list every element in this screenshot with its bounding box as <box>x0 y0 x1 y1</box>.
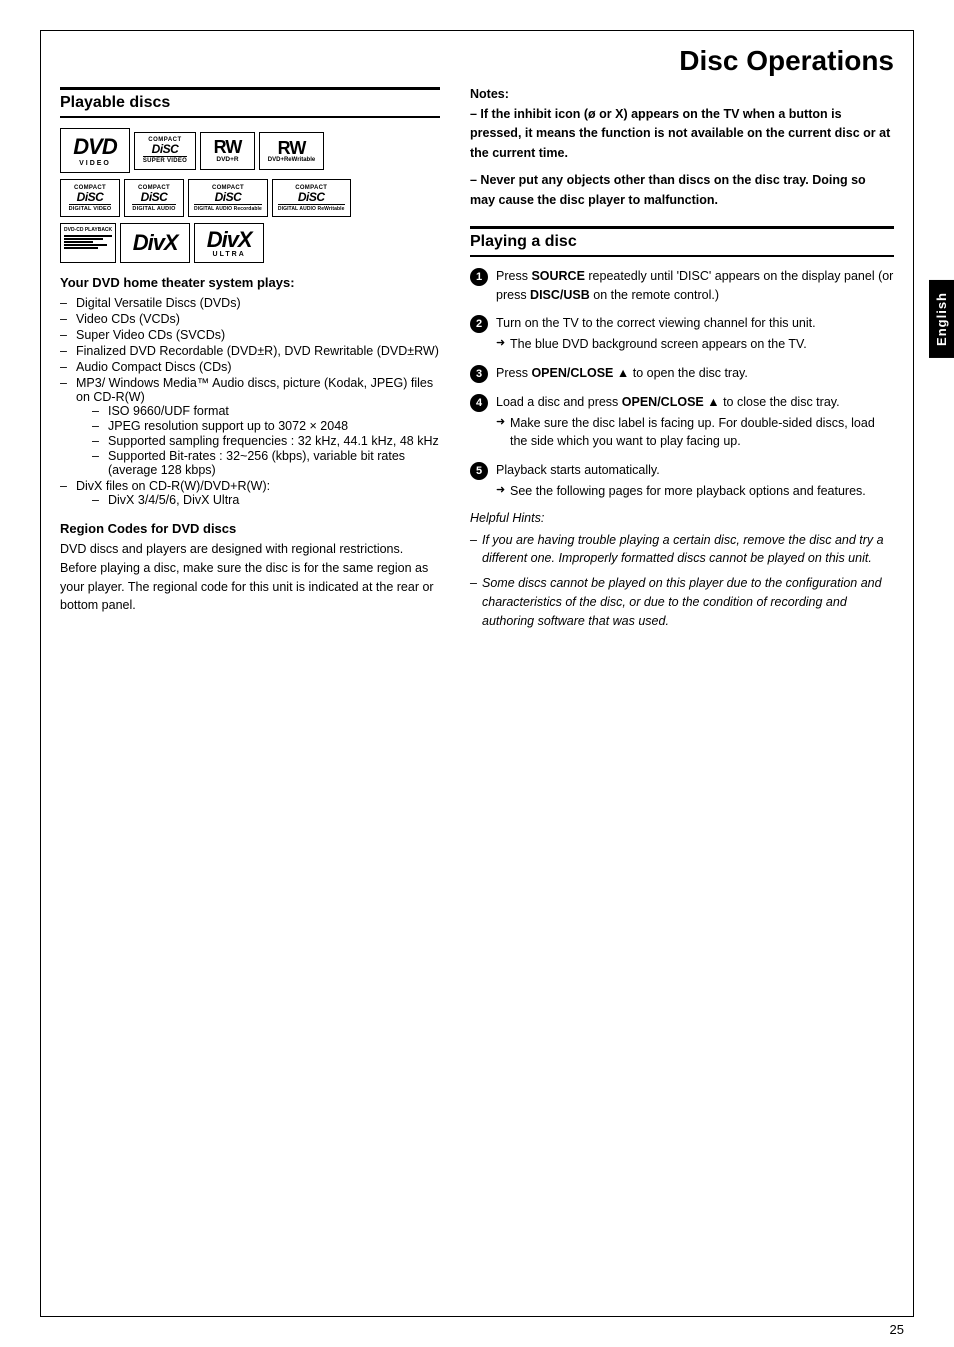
step-3: 3 Press OPEN/CLOSE ▲ to open the disc tr… <box>470 364 894 383</box>
dvd-plus-r-logo: RW DVD+R <box>200 132 255 170</box>
notes-label: Notes: <box>470 87 894 101</box>
hint-2: Some discs cannot be played on this play… <box>470 574 894 630</box>
step-2: 2 Turn on the TV to the correct viewing … <box>470 314 894 354</box>
dvd-logo: DVD VIDEO <box>60 128 130 173</box>
note-1: – If the inhibit icon (ø or X) appears o… <box>470 105 894 163</box>
plays-header: Your DVD home theater system plays: <box>60 275 440 290</box>
cd-sub-list: ISO 9660/UDF format JPEG resolution supp… <box>76 404 440 477</box>
list-item: DivX 3/4/5/6, DivX Ultra <box>92 493 440 507</box>
step-4-arrow: Make sure the disc label is facing up. F… <box>496 414 894 452</box>
notes-section: Notes: – If the inhibit icon (ø or X) ap… <box>470 87 894 210</box>
step-3-content: Press OPEN/CLOSE ▲ to open the disc tray… <box>496 364 894 383</box>
step-2-arrow: The blue DVD background screen appears o… <box>496 335 894 354</box>
page-border-bottom <box>40 1316 914 1317</box>
step-2-number: 2 <box>470 315 488 333</box>
left-column: Playable discs DVD VIDEO COMPACT DiSC SU… <box>60 87 440 636</box>
playing-disc-header: Playing a disc <box>470 226 894 257</box>
step-4-number: 4 <box>470 394 488 412</box>
page-border-left <box>40 30 41 1317</box>
list-item: ISO 9660/UDF format <box>92 404 440 418</box>
divx-ultra-logo: DivX ULTRA <box>194 223 264 263</box>
step-4: 4 Load a disc and press OPEN/CLOSE ▲ to … <box>470 393 894 451</box>
page-border-top <box>40 30 914 31</box>
helpful-hints-section: Helpful Hints: If you are having trouble… <box>470 511 894 631</box>
right-column: Notes: – If the inhibit icon (ø or X) ap… <box>470 87 894 636</box>
step-1: 1 Press SOURCE repeatedly until 'DISC' a… <box>470 267 894 305</box>
list-item: Video CDs (VCDs) <box>60 312 440 326</box>
list-item: JPEG resolution support up to 3072 × 204… <box>92 419 440 433</box>
step-2-content: Turn on the TV to the correct viewing ch… <box>496 314 894 354</box>
divx-logos-row: DVD-CD PLAYBACK DivX DivX U <box>60 223 440 263</box>
page-number: 25 <box>890 1322 904 1337</box>
cd-digital-video-logo: COMPACT DiSC DIGITAL VIDEO <box>60 179 120 217</box>
cd-digital-audio-logo: COMPACT DiSC DIGITAL AUDIO <box>124 179 184 217</box>
disc-logos-area: DVD VIDEO COMPACT DiSC SUPER VIDEO RW DV… <box>60 128 440 263</box>
list-item: Audio Compact Discs (CDs) <box>60 360 440 374</box>
helpful-hints-title: Helpful Hints: <box>470 511 894 525</box>
list-item: DivX files on CD-R(W)/DVD+R(W): DivX 3/4… <box>60 479 440 507</box>
step-5-arrow: See the following pages for more playbac… <box>496 482 894 501</box>
compact-super-video-logo: COMPACT DiSC SUPER VIDEO <box>134 132 196 170</box>
cd-digital-audio-recordable-logo: COMPACT DiSC DIGITAL AUDIO Recordable <box>188 179 268 217</box>
divx-sub-list: DivX 3/4/5/6, DivX Ultra <box>76 493 440 507</box>
english-tab: English <box>929 280 954 358</box>
list-item: MP3/ Windows Media™ Audio discs, picture… <box>60 376 440 477</box>
compact-disc-logos-row: COMPACT DiSC DIGITAL VIDEO COMPACT DiSC … <box>60 179 440 217</box>
dvd-rewritable-logo: RW DVD+ReWritable <box>259 132 324 170</box>
page-border-right <box>913 30 914 1317</box>
region-codes-text: DVD discs and players are designed with … <box>60 540 440 615</box>
list-item: Super Video CDs (SVCDs) <box>60 328 440 342</box>
steps-list: 1 Press SOURCE repeatedly until 'DISC' a… <box>470 267 894 501</box>
divx-logo: DivX <box>120 223 190 263</box>
list-item: Supported sampling frequencies : 32 kHz,… <box>92 434 440 448</box>
hint-1: If you are having trouble playing a cert… <box>470 531 894 569</box>
step-4-content: Load a disc and press OPEN/CLOSE ▲ to cl… <box>496 393 894 451</box>
step-1-number: 1 <box>470 268 488 286</box>
cd-digital-audio-rewritable-logo: COMPACT DiSC DIGITAL AUDIO ReWritable <box>272 179 351 217</box>
step-1-content: Press SOURCE repeatedly until 'DISC' app… <box>496 267 894 305</box>
play-items-list: Digital Versatile Discs (DVDs) Video CDs… <box>60 296 440 507</box>
list-item: Supported Bit-rates : 32~256 (kbps), var… <box>92 449 440 477</box>
step-5: 5 Playback starts automatically. See the… <box>470 461 894 501</box>
playable-discs-header: Playable discs <box>60 87 440 118</box>
region-codes-header: Region Codes for DVD discs <box>60 521 440 536</box>
list-item: Digital Versatile Discs (DVDs) <box>60 296 440 310</box>
step-3-number: 3 <box>470 365 488 383</box>
page-title: Disc Operations <box>0 0 954 87</box>
note-2: – Never put any objects other than discs… <box>470 171 894 210</box>
vcd-style-logo: DVD-CD PLAYBACK <box>60 223 116 263</box>
list-item: Finalized DVD Recordable (DVD±R), DVD Re… <box>60 344 440 358</box>
step-5-content: Playback starts automatically. See the f… <box>496 461 894 501</box>
step-5-number: 5 <box>470 462 488 480</box>
